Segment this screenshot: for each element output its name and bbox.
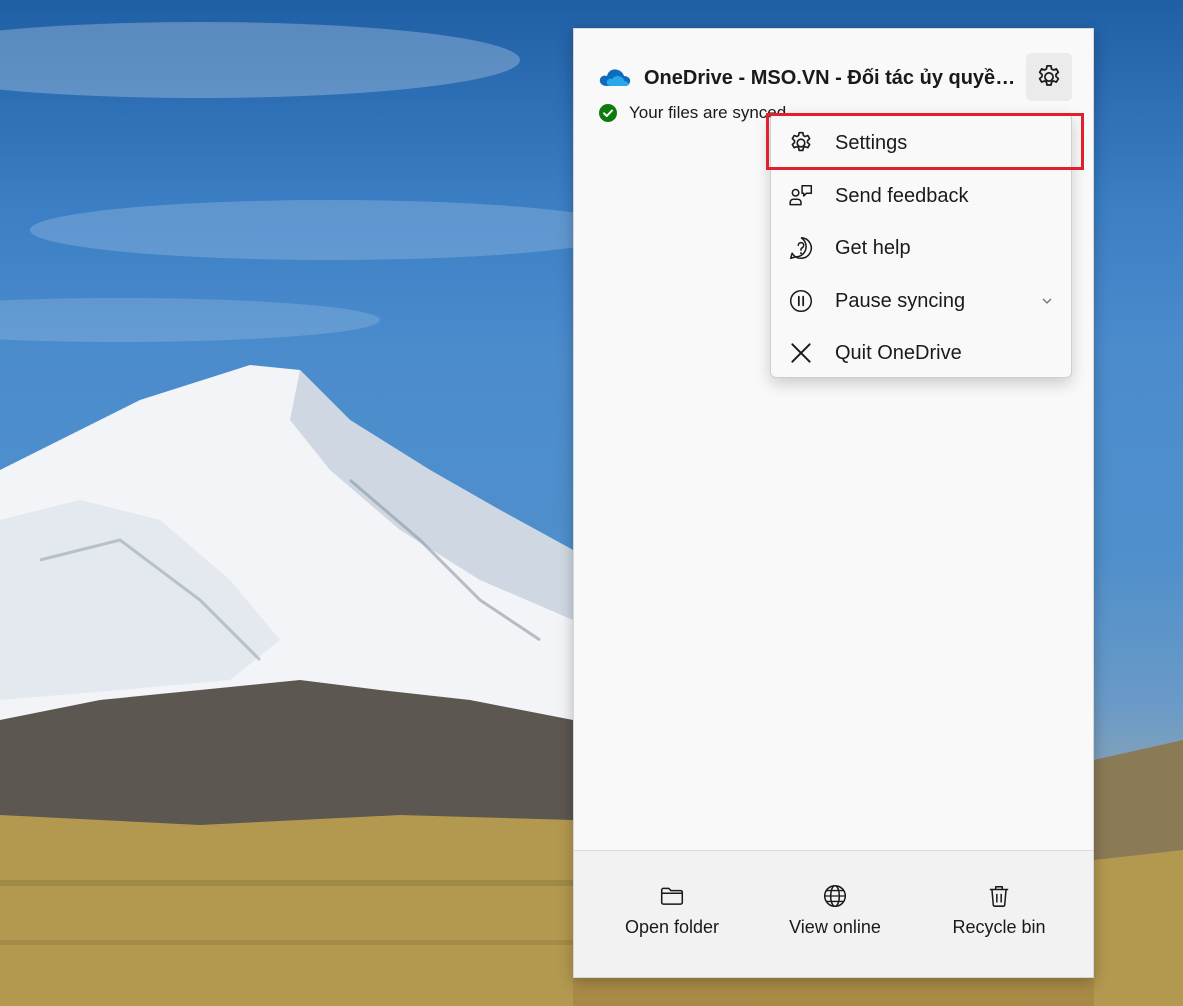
menu-item-label: Send feedback [835,184,969,207]
sync-status-text: Your files are synced [629,103,787,122]
menu-item-label: Quit OneDrive [835,341,962,364]
gear-icon [1038,65,1060,86]
open-folder-label: Open folder [624,917,720,937]
menu-item-get-help[interactable]: Get help [771,223,1071,273]
chevron-down-icon [1042,298,1052,304]
recycle-bin-label: Recycle bin [952,917,1046,937]
menu-item-quit-onedrive[interactable]: Quit OneDrive [771,328,1071,378]
flyout-footer: Open folder View online Recycle bin [574,850,1093,977]
recycle-bin-button[interactable]: Recycle bin [914,851,1084,977]
menu-item-label: Pause syncing [835,289,966,312]
trash-icon [989,886,1009,907]
settings-gear-button[interactable] [1026,53,1072,101]
view-online-label: View online [789,917,881,937]
check-circle-icon [599,104,617,122]
folder-icon [660,887,684,905]
onedrive-cloud-icon [599,69,631,86]
view-online-button[interactable]: View online [750,851,920,977]
menu-item-pause-syncing[interactable]: Pause syncing [771,276,1071,326]
help-icon [789,236,813,260]
menu-item-send-feedback[interactable]: Send feedback [771,171,1071,221]
menu-item-label: Get help [835,236,911,259]
feedback-icon [789,184,813,206]
globe-icon [823,884,847,908]
pause-icon [789,289,813,313]
open-folder-button[interactable]: Open folder [587,851,757,977]
window-title: OneDrive - MSO.VN - Đối tác ủy quyền Mic… [644,67,1024,89]
settings-highlight-box [766,113,1084,170]
close-icon [791,343,811,363]
